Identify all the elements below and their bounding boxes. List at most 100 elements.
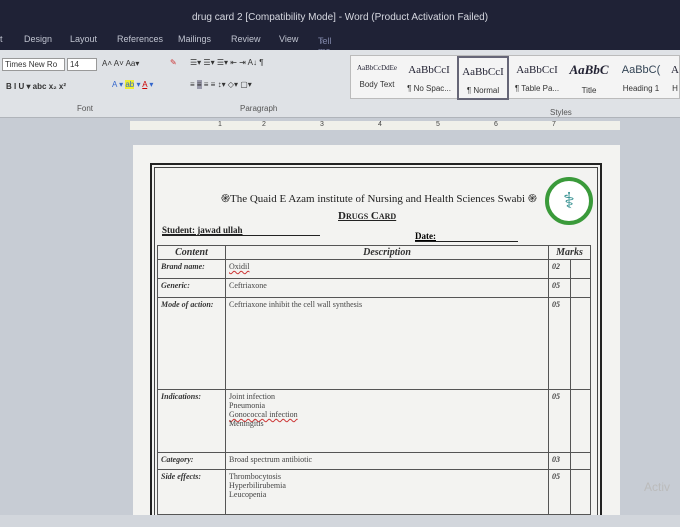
style-normal[interactable]: AaBbCcI ¶ Normal <box>457 56 509 100</box>
ruler-mark: 7 <box>552 121 556 128</box>
ruler-mark: 2 <box>262 121 266 128</box>
tab-insert[interactable]: t <box>0 34 3 44</box>
row-label: Mode of action: <box>157 297 226 390</box>
table-row: Category: Broad spectrum antibiotic 03 <box>157 452 591 470</box>
table-header-row: Content Description Marks <box>157 245 591 260</box>
window-title: drug card 2 [Compatibility Mode] - Word … <box>191 12 489 23</box>
header-marks: Marks <box>548 245 591 260</box>
table-row: Mode of action: Ceftriaxone inhibit the c… <box>157 297 591 390</box>
style-heading-1[interactable]: AaBbC(Heading 1 <box>615 56 667 100</box>
highlight-icon[interactable]: ab <box>125 80 135 89</box>
tab-mailings[interactable]: Mailings <box>178 34 211 44</box>
paragraph-group-label: Paragraph <box>240 104 278 113</box>
description-line: Broad spectrum antibiotic <box>229 455 313 464</box>
description-line: Ceftriaxone inhibit the cell wall synthe… <box>229 300 363 309</box>
style-no-spacing[interactable]: AaBbCcI ¶ No Spac... <box>403 56 455 100</box>
empty-cell <box>570 278 591 298</box>
style-body-text[interactable]: AaBbCcDdEe Body Text <box>353 56 401 100</box>
style-table-paragraph[interactable]: AaBbCcI ¶ Table Pa... <box>511 56 563 100</box>
student-name: Student: jawad ullah <box>162 225 320 236</box>
horizontal-ruler[interactable]: 1 2 3 4 5 6 7 <box>130 121 620 130</box>
ribbon: Times New Ro 14 A˄ A˅ Aa▾ ✎ B I U ▾ abc … <box>0 50 680 118</box>
styles-gallery: AaBbCcDdEe Body Text AaBbCcI ¶ No Spac... … <box>350 55 680 100</box>
description-line: Leucopenia <box>229 490 267 499</box>
row-marks: 02 <box>548 259 571 279</box>
style-label: ¶ Normal <box>466 86 500 95</box>
tab-view[interactable]: View <box>279 34 298 44</box>
empty-cell <box>570 452 591 470</box>
description-line: Thrombocytosis <box>229 472 281 481</box>
ribbon-tabs: t Design Layout References Mailings Revi… <box>0 32 680 106</box>
empty-cell <box>570 469 591 515</box>
ruler-mark: 5 <box>436 121 440 128</box>
table-row: Brand name: Oxidil 02 <box>157 259 591 279</box>
description-line: Ceftriaxone <box>229 281 267 290</box>
date-field: Date: <box>415 231 518 242</box>
style-label: Heading 1 <box>622 84 660 93</box>
row-description[interactable]: Ceftriaxone inhibit the cell wall synthe… <box>225 297 549 390</box>
style-preview: AaBbCcI <box>462 66 504 78</box>
description-line: Hyperbilirubemia <box>229 481 286 490</box>
row-description[interactable]: Broad spectrum antibiotic <box>225 452 549 470</box>
empty-cell <box>570 259 591 279</box>
title-bar: drug card 2 [Compatibility Mode] - Word … <box>0 0 680 32</box>
text-effects-icon[interactable]: A ▾ ab ▾ A ▾ <box>112 80 153 89</box>
style-preview: A <box>671 64 679 76</box>
style-label: Body Text <box>359 80 395 89</box>
list-icons[interactable]: ☰▾ ☰▾ ☰▾ ⇤ ⇥ A↓ ¶ <box>190 58 264 67</box>
document-heading: Drugs Card <box>338 210 397 222</box>
description-line: Meningitis <box>229 419 264 428</box>
tab-layout[interactable]: Layout <box>70 34 97 44</box>
tab-references[interactable]: References <box>117 34 163 44</box>
row-label: Side effects: <box>157 469 226 515</box>
tab-review[interactable]: Review <box>231 34 261 44</box>
table-row: Side effects: Thrombocytosis Hyperbilirube… <box>157 469 591 515</box>
style-label: Title <box>581 86 597 95</box>
row-description[interactable]: Oxidil <box>225 259 549 279</box>
font-size-select[interactable]: 14 <box>67 58 97 71</box>
row-description[interactable]: Joint infection Pneumonia Gonococcal infec… <box>225 389 549 453</box>
description-line: Pneumonia <box>229 401 265 410</box>
style-preview: AaBbCcDdEe <box>356 64 398 72</box>
activation-watermark: Activ <box>644 480 671 494</box>
table-row: Generic: Ceftriaxone 05 <box>157 278 591 298</box>
document-page[interactable]: ֍The Quaid E Azam institute of Nursing a… <box>133 145 620 527</box>
row-marks: 05 <box>548 297 571 390</box>
description-line: Joint infection <box>229 392 275 401</box>
row-marks: 05 <box>548 469 571 515</box>
style-preview: AaBbCcI <box>516 64 558 76</box>
ruler-mark: 3 <box>320 121 324 128</box>
table-row: Indications: Joint infection Pneumonia Gono… <box>157 389 591 453</box>
bold-italic-underline-icons[interactable]: B I U ▾ abc x₂ x² <box>6 82 66 91</box>
grow-shrink-font-icon[interactable]: A˄ A˅ Aa▾ <box>102 59 139 68</box>
row-marks: 03 <box>548 452 571 470</box>
style-heading-2[interactable]: AH <box>669 56 680 100</box>
header-description: Description <box>225 245 549 260</box>
font-name-select[interactable]: Times New Ro <box>2 58 65 71</box>
description-line: Gonococcal infection <box>229 410 298 419</box>
drug-card-table: Content Description Marks Brand name: Oxidi… <box>157 245 591 515</box>
institute-logo-caduceus-icon: ⚕ <box>545 177 593 225</box>
row-label: Indications: <box>157 389 226 453</box>
row-marks: 05 <box>548 278 571 298</box>
style-label: ¶ Table Pa... <box>514 84 560 93</box>
empty-cell <box>570 297 591 390</box>
styles-group-label: Styles <box>550 108 572 117</box>
row-label: Brand name: <box>157 259 226 279</box>
row-description[interactable]: Ceftriaxone <box>225 278 549 298</box>
style-title[interactable]: AaBbC Title <box>565 56 613 100</box>
style-label: ¶ No Spac... <box>407 84 451 93</box>
style-preview: AaBbCcI <box>408 64 450 76</box>
empty-cell <box>570 389 591 453</box>
align-icons[interactable]: ≡ ≡ ≡ ≡ ↕▾ ◇▾ ▢▾ <box>190 80 252 89</box>
font-color-icon[interactable]: A <box>142 80 147 89</box>
row-label: Generic: <box>157 278 226 298</box>
description-line: Oxidil <box>229 262 250 271</box>
ruler-mark: 4 <box>378 121 382 128</box>
style-preview: AaBbC <box>569 62 609 77</box>
align-center-icon[interactable]: ≡ <box>196 80 202 89</box>
tab-design[interactable]: Design <box>24 34 52 44</box>
row-marks: 05 <box>548 389 571 453</box>
clear-format-icon[interactable]: ✎ <box>170 58 177 67</box>
row-description[interactable]: Thrombocytosis Hyperbilirubemia Leucopenia <box>225 469 549 515</box>
